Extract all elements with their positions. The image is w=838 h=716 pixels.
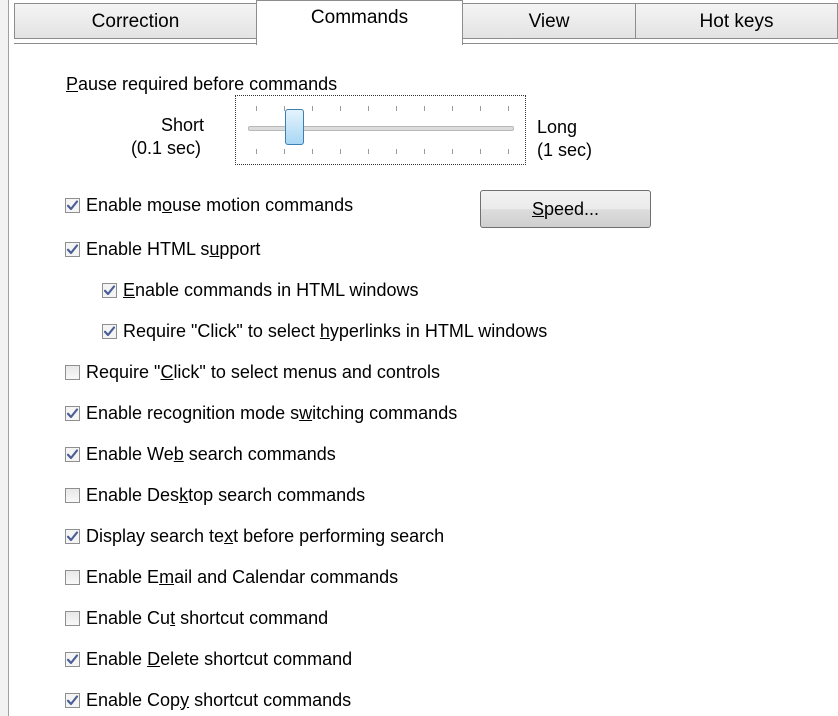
checkbox-cut-shortcut[interactable]: Enable Cut shortcut command	[65, 607, 328, 629]
tab-correction[interactable]: Correction	[14, 3, 257, 39]
checkbox-click-hyperlinks[interactable]: Require "Click" to select hyperlinks in …	[102, 320, 547, 342]
checkbox-mouse-motion[interactable]: Enable mouse motion commands	[65, 194, 353, 216]
tab-strip: Correction Commands View Hot keys	[14, 0, 838, 45]
check-icon	[66, 694, 79, 705]
checkbox-box[interactable]	[65, 446, 80, 462]
speed-button[interactable]: Speed...	[480, 190, 651, 228]
checkbox-desktop-search[interactable]: Enable Desktop search commands	[65, 484, 365, 506]
checkbox-label: Enable recognition mode switching comman…	[86, 402, 458, 423]
checkbox-box[interactable]	[65, 364, 80, 380]
slider-tick	[312, 149, 313, 154]
checkbox-html-commands[interactable]: Enable commands in HTML windows	[102, 279, 418, 301]
checkbox-label: Enable Delete shortcut command	[86, 648, 353, 669]
check-icon	[66, 653, 79, 664]
checkbox-label: Enable HTML support	[86, 238, 261, 259]
check-icon	[103, 325, 116, 336]
slider-tick	[256, 149, 257, 154]
slider-tick	[340, 149, 341, 154]
check-icon	[103, 284, 116, 295]
slider-tick	[508, 149, 509, 154]
checkbox-label: Require "Click" to select menus and cont…	[86, 361, 440, 382]
checkbox-html-support[interactable]: Enable HTML support	[65, 238, 260, 260]
checkbox-label: Require "Click" to select hyperlinks in …	[123, 320, 548, 341]
slider-tick	[368, 106, 369, 111]
checkbox-box[interactable]	[65, 692, 80, 708]
window-frame-left	[0, 0, 9, 716]
checkbox-box[interactable]	[65, 651, 80, 667]
slider-tick	[508, 106, 509, 111]
slider-tick	[480, 106, 481, 111]
pause-slider[interactable]	[235, 95, 526, 165]
checkbox-label: Enable commands in HTML windows	[123, 279, 419, 300]
checkbox-web-search[interactable]: Enable Web search commands	[65, 443, 336, 465]
checkbox-box[interactable]	[102, 282, 117, 298]
checkbox-box[interactable]	[65, 569, 80, 585]
slider-tick	[396, 149, 397, 154]
checkbox-display-search-text[interactable]: Display search text before performing se…	[65, 525, 444, 547]
check-icon	[66, 243, 79, 254]
tab-view[interactable]: View	[462, 3, 636, 39]
check-icon	[66, 448, 79, 459]
long-label: Long	[537, 117, 578, 137]
slider-tick	[368, 149, 369, 154]
slider-tick	[396, 106, 397, 111]
slider-thumb[interactable]	[284, 109, 304, 145]
slider-tick	[284, 149, 285, 154]
long-value: (1 sec)	[537, 140, 593, 160]
slider-tick	[312, 106, 313, 111]
tab-hot-keys[interactable]: Hot keys	[635, 3, 838, 39]
checkbox-label: Enable Web search commands	[86, 443, 336, 464]
checkbox-label: Enable Cut shortcut command	[86, 607, 329, 628]
slider-tick	[480, 149, 481, 154]
checkbox-email-calendar[interactable]: Enable Email and Calendar commands	[65, 566, 398, 588]
checkbox-click-menus[interactable]: Require "Click" to select menus and cont…	[65, 361, 440, 383]
tab-commands[interactable]: Commands	[256, 0, 463, 45]
checkbox-box[interactable]	[65, 487, 80, 503]
check-icon	[66, 199, 79, 210]
slider-tick	[424, 149, 425, 154]
checkbox-label: Display search text before performing se…	[86, 525, 445, 546]
checkbox-box[interactable]	[65, 197, 80, 213]
check-icon	[66, 530, 79, 541]
check-icon	[66, 407, 79, 418]
checkbox-box[interactable]	[65, 241, 80, 257]
slider-tick	[340, 106, 341, 111]
short-label: Short	[161, 115, 205, 135]
slider-tick	[452, 149, 453, 154]
checkbox-label: Enable Copy shortcut commands	[86, 689, 352, 710]
checkbox-box[interactable]	[65, 405, 80, 421]
checkbox-box[interactable]	[65, 610, 80, 626]
slider-tick	[424, 106, 425, 111]
checkbox-label: Enable Desktop search commands	[86, 484, 366, 505]
checkbox-box[interactable]	[102, 323, 117, 339]
pause-label: Pause required before commands	[66, 74, 338, 94]
checkbox-mode-switching[interactable]: Enable recognition mode switching comman…	[65, 402, 457, 424]
checkbox-box[interactable]	[65, 528, 80, 544]
checkbox-label: Enable mouse motion commands	[86, 194, 354, 215]
checkbox-label: Enable Email and Calendar commands	[86, 566, 399, 587]
checkbox-copy-shortcut[interactable]: Enable Copy shortcut commands	[65, 689, 351, 711]
slider-tick	[452, 106, 453, 111]
slider-tick	[256, 106, 257, 111]
checkbox-delete-shortcut[interactable]: Enable Delete shortcut command	[65, 648, 352, 670]
short-value: (0.1 sec)	[131, 138, 202, 158]
